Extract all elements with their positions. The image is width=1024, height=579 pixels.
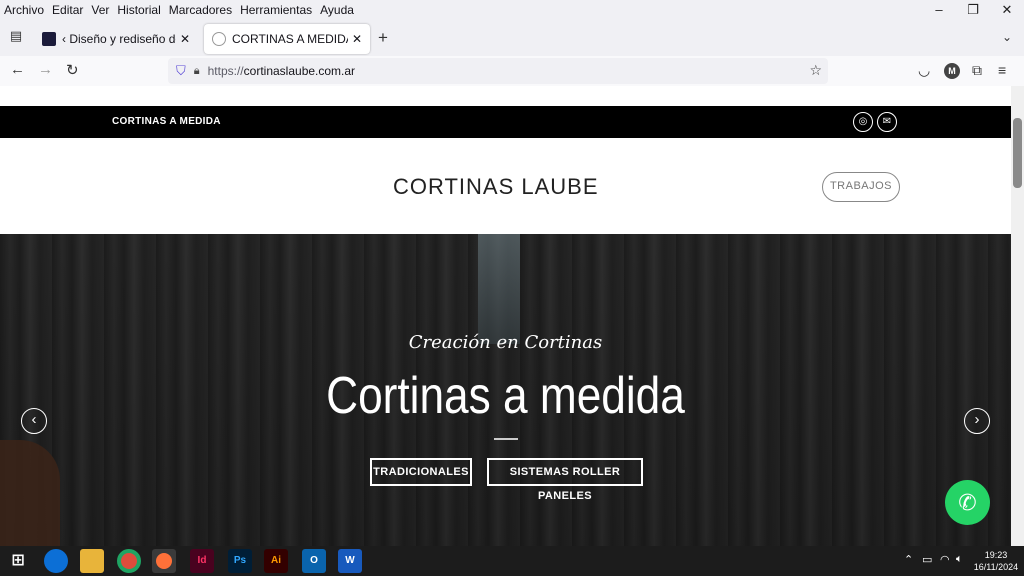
menu-marcadores[interactable]: Marcadores [165,3,236,17]
minimize-button[interactable]: – [922,0,956,20]
back-button[interactable]: ← [10,61,25,78]
url-host: cortinaslaube.com.ar [243,64,356,78]
site-logo[interactable]: CORTINAS LAUBE [393,174,599,200]
battery-icon[interactable]: ▭ [922,553,932,566]
tray-chevron-up-icon[interactable]: ⌃ [904,553,913,566]
illustrator-icon[interactable]: Ai [264,549,288,573]
tab-list-icon[interactable]: ▤ [6,28,26,48]
close-window-button[interactable]: ✕ [990,0,1024,20]
account-avatar[interactable]: M [944,63,960,79]
menu-ver[interactable]: Ver [87,3,113,17]
chevron-down-icon[interactable]: ⌄ [1002,30,1012,44]
window-controls: – ❐ ✕ [922,0,1024,20]
clock[interactable]: 19:23 16/11/2024 [970,549,1022,573]
hero-chair-background [0,440,60,546]
photoshop-icon[interactable]: Ps [228,549,252,573]
menu-editar[interactable]: Editar [48,3,87,17]
hero-slider: Creación en Cortinas Cortinas a medida T… [0,234,1011,546]
tab-title: ‹ Diseño y rediseño de páginas [62,32,176,46]
page-viewport: CORTINAS A MEDIDA ◎ ✉ CORTINAS LAUBE TRA… [0,86,1011,546]
email-icon[interactable]: ✉ [877,112,897,132]
tradicionales-button[interactable]: TRADICIONALES [370,458,472,486]
url-bar[interactable]: ⛉ 🔒︎ https://cortinaslaube.com.ar ☆ [168,58,828,84]
wifi-icon[interactable]: ◠ [940,553,950,566]
url-prefix: https:// [207,64,244,78]
menu-herramientas[interactable]: Herramientas [236,3,316,17]
close-tab-icon[interactable]: ✕ [352,32,362,46]
site-header: CORTINAS LAUBE TRABAJOS [0,138,1011,234]
top-bar-brand[interactable]: CORTINAS A MEDIDA [112,116,221,127]
file-explorer-icon[interactable] [80,549,104,573]
menu-icon[interactable]: ≡ [998,62,1006,78]
tab-diseno[interactable]: ‹ Diseño y rediseño de páginas ✕ [34,24,198,54]
menu-archivo[interactable]: Archivo [0,3,48,17]
forward-button[interactable]: → [38,61,53,78]
navigation-bar: ← → ↻ ⛉ 🔒︎ https://cortinaslaube.com.ar … [0,56,1024,86]
word-icon[interactable]: W [338,549,362,573]
page-scrollbar[interactable] [1011,86,1024,546]
globe-icon [212,32,226,46]
tab-cortinas[interactable]: CORTINAS A MEDIDA – Instala ✕ [204,24,370,54]
close-tab-icon[interactable]: ✕ [180,32,190,46]
pocket-icon[interactable]: ◡ [918,62,930,79]
windows-taskbar: ⊞ Id Ps Ai O W ⌃ ▭ ◠ 🔈︎ 19:23 16/11/2024 [0,546,1024,576]
extensions-icon[interactable]: ⧉ [972,62,982,79]
trabajos-button[interactable]: TRABAJOS [822,172,900,202]
restore-button[interactable]: ❐ [956,0,990,20]
slider-next-arrow-icon[interactable]: › [964,408,990,434]
menu-historial[interactable]: Historial [113,3,164,17]
bookmark-star-icon[interactable]: ☆ [809,62,822,79]
hero-divider [494,438,518,440]
reload-button[interactable]: ↻ [66,61,79,79]
chrome-icon[interactable] [117,549,141,573]
hero-title: Cortinas a medida [326,367,685,425]
lock-icon[interactable]: 🔒︎ [194,65,200,78]
shield-icon[interactable]: ⛉ [176,63,186,79]
tab-bar: ▤ ‹ Diseño y rediseño de páginas ✕ CORTI… [0,20,1024,56]
roller-paneles-button[interactable]: SISTEMAS ROLLER PANELES [487,458,643,502]
volume-icon[interactable]: 🔈︎ [956,553,963,566]
clock-time: 19:23 [984,550,1008,560]
site-top-bar: CORTINAS A MEDIDA ◎ ✉ [0,106,1011,138]
whatsapp-icon[interactable]: ✆ [945,480,990,525]
edge-icon[interactable] [44,549,68,573]
windows-start-icon[interactable]: ⊞ [6,549,30,573]
instagram-icon[interactable]: ◎ [853,112,873,132]
outlook-icon[interactable]: O [302,549,326,573]
tab-title: CORTINAS A MEDIDA – Instala [232,32,348,46]
firefox-icon[interactable] [152,549,176,573]
scrollbar-thumb[interactable] [1013,118,1022,188]
menubar: Archivo Editar Ver Historial Marcadores … [0,0,1024,20]
slider-prev-arrow-icon[interactable]: ‹ [21,408,47,434]
indesign-icon[interactable]: Id [190,549,214,573]
site-favicon-icon [42,32,56,46]
hero-subtitle: Creación en Cortinas [408,332,603,353]
new-tab-button[interactable]: + [378,28,388,48]
url-text[interactable]: https://cortinaslaube.com.ar [208,64,355,78]
hero-window-background [478,234,520,344]
menu-ayuda[interactable]: Ayuda [316,3,358,17]
clock-date: 16/11/2024 [973,562,1019,572]
